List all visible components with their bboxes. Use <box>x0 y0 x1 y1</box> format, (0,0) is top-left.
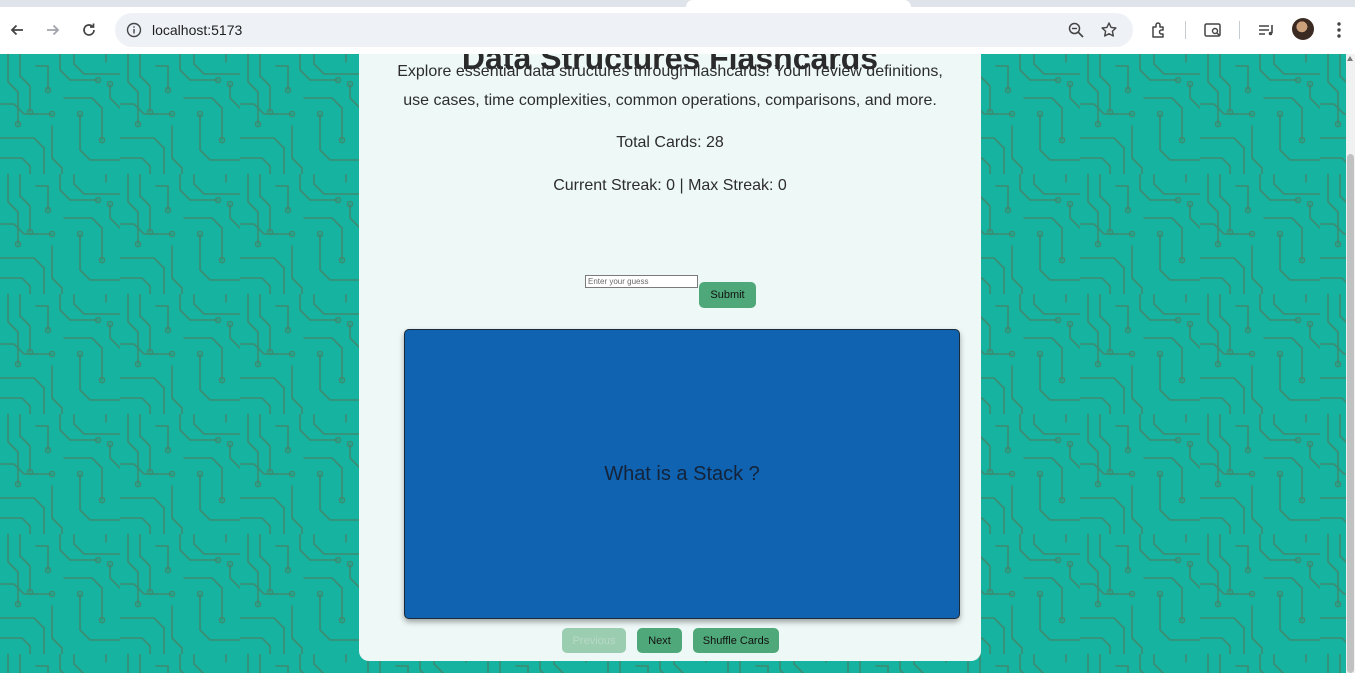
page-viewport: Data Structures Flashcards Explore essen… <box>0 54 1346 673</box>
next-button[interactable]: Next <box>637 628 682 653</box>
page-description: Explore essential data structures throug… <box>397 63 943 109</box>
reload-button[interactable] <box>77 17 101 43</box>
extensions-icon[interactable] <box>1148 19 1170 41</box>
back-arrow-icon <box>10 24 23 36</box>
toolbar-divider <box>1239 21 1240 39</box>
address-bar[interactable]: localhost:5173 <box>115 13 1133 47</box>
toolbar-divider <box>1185 21 1186 39</box>
streak-counter: Current Streak: 0 | Max Streak: 0 <box>553 177 787 194</box>
site-info-icon[interactable] <box>125 21 143 39</box>
back-button[interactable] <box>5 17 29 43</box>
flashcard-panel: Data Structures Flashcards Explore essen… <box>359 54 981 661</box>
card-question: What is a Stack ? <box>604 462 760 485</box>
menu-dots-icon[interactable] <box>1328 19 1350 41</box>
browser-toolbar: localhost:5173 <box>0 7 1355 54</box>
scroll-up-icon[interactable] <box>1347 56 1353 61</box>
bookmark-star-icon[interactable] <box>1100 21 1118 39</box>
url-text: localhost:5173 <box>152 22 243 38</box>
forward-arrow-icon <box>47 24 60 36</box>
guess-input[interactable] <box>585 275 698 288</box>
reload-icon <box>83 23 95 36</box>
flashcard[interactable]: What is a Stack ? <box>404 329 960 619</box>
active-tab[interactable] <box>686 0 911 7</box>
total-cards: Total Cards: 28 <box>616 134 724 151</box>
profile-avatar[interactable] <box>1292 18 1314 40</box>
forward-button[interactable] <box>41 17 65 43</box>
submit-button[interactable]: Submit <box>699 282 756 308</box>
zoom-icon[interactable] <box>1067 21 1085 39</box>
previous-button[interactable]: Previous <box>562 628 626 653</box>
tab-strip <box>0 0 1355 7</box>
page-scrollbar[interactable] <box>1346 54 1355 673</box>
shuffle-button[interactable]: Shuffle Cards <box>693 628 779 653</box>
scrollbar-thumb[interactable] <box>1347 154 1354 673</box>
media-controls-icon[interactable] <box>1256 19 1278 41</box>
tab-search-icon[interactable] <box>1202 19 1224 41</box>
